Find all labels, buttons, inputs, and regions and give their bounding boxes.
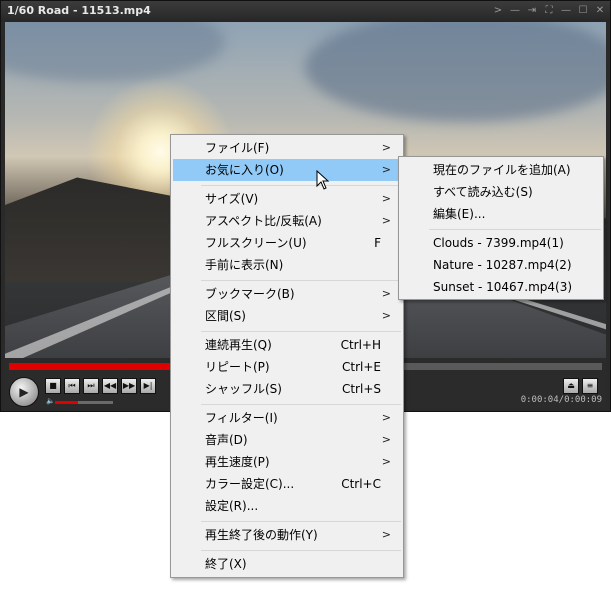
favorite-item-nature[interactable]: Nature - 10287.mp4(2) — [401, 254, 601, 276]
submenu-arrow-icon: > — [381, 192, 391, 205]
menu-item-size[interactable]: サイズ(V) > — [173, 188, 401, 210]
play-button[interactable]: ▶ — [9, 377, 39, 407]
menu-item-always-on-top[interactable]: 手前に表示(N) — [173, 254, 401, 276]
menu-item-load-all[interactable]: すべて読み込む(S) — [401, 181, 601, 203]
submenu-arrow-icon: > — [381, 455, 391, 468]
dock-icon[interactable]: ⇥ — [524, 3, 540, 19]
stop-button[interactable]: ■ — [45, 378, 61, 394]
time-display: 0:00:04/0:00:09 — [520, 395, 602, 405]
close-icon[interactable]: ✕ — [592, 3, 608, 19]
next-track-button[interactable]: ⏭ — [83, 378, 99, 394]
volume-slider[interactable] — [55, 401, 113, 404]
frame-step-button[interactable]: ▶| — [140, 378, 156, 394]
menu-separator — [201, 185, 401, 186]
volume-fill — [55, 401, 79, 404]
submenu-arrow-icon: > — [381, 287, 391, 300]
playlist-button[interactable]: ≡ — [582, 378, 598, 394]
menu-item-favorites[interactable]: お気に入り(O) > — [173, 159, 401, 181]
submenu-arrow-icon: > — [381, 141, 391, 154]
menu-item-exit[interactable]: 終了(X) — [173, 553, 401, 575]
title-bar[interactable]: 1/60 Road - 11513.mp4 > — ⇥ ⛶ — ☐ ✕ — [1, 1, 610, 22]
favorite-item-clouds[interactable]: Clouds - 7399.mp4(1) — [401, 232, 601, 254]
menu-separator — [201, 404, 401, 405]
maximize-icon[interactable]: ☐ — [575, 3, 591, 19]
submenu-arrow-icon: > — [381, 214, 391, 227]
menu-item-playback-speed[interactable]: 再生速度(P) > — [173, 451, 401, 473]
submenu-arrow-icon: > — [381, 411, 391, 424]
menu-item-fullscreen[interactable]: フルスクリーン(U) F — [173, 232, 401, 254]
window-title: 1/60 Road - 11513.mp4 — [7, 4, 151, 17]
menu-item-filter[interactable]: フィルター(I) > — [173, 407, 401, 429]
menu-item-after-playback[interactable]: 再生終了後の動作(Y) > — [173, 524, 401, 546]
submenu-arrow-icon: > — [381, 433, 391, 446]
menu-separator — [201, 550, 401, 551]
submenu-arrow-icon: > — [381, 528, 391, 541]
pin-icon[interactable]: — — [507, 3, 523, 19]
menu-separator — [201, 280, 401, 281]
prev-track-button[interactable]: ⏮ — [64, 378, 80, 394]
mouse-cursor-icon — [316, 170, 330, 190]
menu-item-file[interactable]: ファイル(F) > — [173, 137, 401, 159]
menu-item-shuffle[interactable]: シャッフル(S) Ctrl+S — [173, 378, 401, 400]
context-menu: ファイル(F) > お気に入り(O) > サイズ(V) > アスペクト比/反転(A) >… — [170, 134, 404, 578]
rewind-button[interactable]: ◀◀ — [102, 378, 118, 394]
menu-separator — [201, 331, 401, 332]
menu-item-add-current-file[interactable]: 現在のファイルを追加(A) — [401, 159, 601, 181]
cloud-shape — [305, 22, 606, 122]
fast-forward-button[interactable]: ▶▶ — [121, 378, 137, 394]
menu-item-repeat[interactable]: リピート(P) Ctrl+E — [173, 356, 401, 378]
menu-item-settings[interactable]: 設定(R)... — [173, 495, 401, 517]
submenu-arrow-icon: > — [381, 163, 391, 176]
menu-item-color-settings[interactable]: カラー設定(C)... Ctrl+C — [173, 473, 401, 495]
favorites-submenu: 現在のファイルを追加(A) すべて読み込む(S) 編集(E)... Clouds… — [398, 156, 604, 300]
menu-item-audio[interactable]: 音声(D) > — [173, 429, 401, 451]
menu-item-bookmark[interactable]: ブックマーク(B) > — [173, 283, 401, 305]
menu-item-aspect-ratio[interactable]: アスペクト比/反転(A) > — [173, 210, 401, 232]
minimize-icon[interactable]: — — [558, 3, 574, 19]
cloud-shape — [5, 22, 225, 82]
menu-separator — [429, 229, 601, 230]
favorite-item-sunset[interactable]: Sunset - 10467.mp4(3) — [401, 276, 601, 298]
menu-item-section[interactable]: 区間(S) > — [173, 305, 401, 327]
menu-item-edit-favorites[interactable]: 編集(E)... — [401, 203, 601, 225]
eject-button[interactable]: ⏏ — [563, 378, 579, 394]
speaker-icon: 🔈 — [46, 397, 55, 405]
menu-item-continuous-play[interactable]: 連続再生(Q) Ctrl+H — [173, 334, 401, 356]
expand-icon[interactable]: > — [490, 3, 506, 19]
menu-separator — [201, 521, 401, 522]
submenu-arrow-icon: > — [381, 309, 391, 322]
fullscreen-icon[interactable]: ⛶ — [541, 3, 557, 19]
